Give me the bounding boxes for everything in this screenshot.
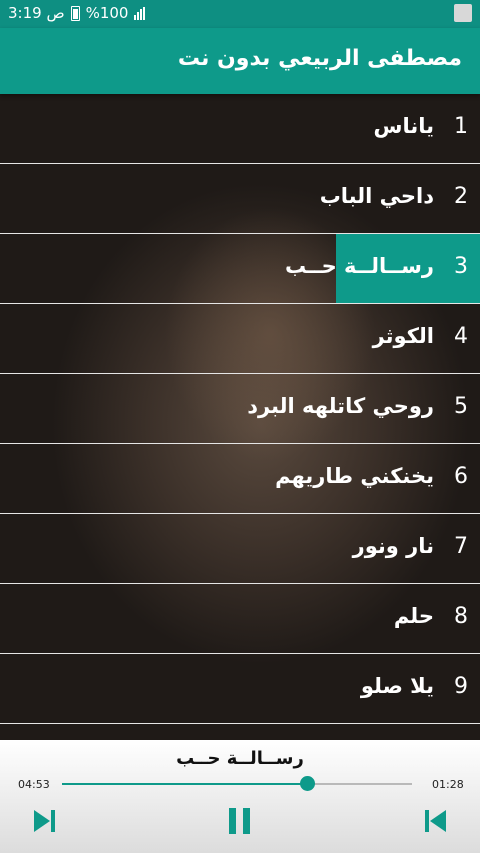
status-left: 3:19 ص %100: [8, 4, 146, 22]
song-row[interactable]: 3 رســالــة حــب: [0, 234, 480, 304]
song-list[interactable]: 1 ياناس 2 داحي الباب 3 رســالــة حــب 4 الكوثر 5…: [0, 94, 480, 740]
song-number: 7: [454, 534, 468, 559]
remaining-time: 01:28: [432, 778, 464, 791]
song-title: ياناس: [373, 114, 434, 138]
song-title: حلم: [393, 604, 434, 628]
song-number: 9: [454, 674, 468, 699]
song-title: يخنكني طاريهم: [275, 464, 434, 488]
song-row[interactable]: 4 الكوثر: [0, 304, 480, 374]
next-icon: [34, 810, 50, 832]
previous-icon: [430, 810, 446, 832]
song-number: 6: [454, 464, 468, 489]
song-row[interactable]: 9 يلا صلو: [0, 654, 480, 724]
status-time: 3:19 ص: [8, 4, 65, 22]
pause-icon: [229, 808, 236, 834]
battery-level: %100: [85, 4, 129, 22]
seek-bar[interactable]: [62, 776, 412, 791]
battery-icon: [70, 5, 80, 21]
song-title: روحي كاتلهه البرد: [247, 394, 434, 418]
now-playing-title: رســالــة حــب: [176, 748, 304, 769]
app-title: مصطفى الربيعي بدون نت: [177, 46, 462, 71]
player-bar: رســالــة حــب 04:53 01:28: [0, 740, 480, 853]
signal-icon: [134, 6, 146, 20]
previous-track-button[interactable]: [420, 806, 450, 836]
pause-button[interactable]: [225, 806, 255, 836]
song-row[interactable]: 6 يخنكني طاريهم: [0, 444, 480, 514]
song-number: 8: [454, 604, 468, 629]
song-number: 2: [454, 184, 468, 209]
song-title: الكوثر: [372, 324, 434, 348]
song-row[interactable]: 5 روحي كاتلهه البرد: [0, 374, 480, 444]
next-track-button[interactable]: [30, 806, 60, 836]
song-row[interactable]: 1 ياناس: [0, 94, 480, 164]
song-number: 5: [454, 394, 468, 419]
song-title: يلا صلو: [360, 674, 434, 698]
song-title: نار ونور: [352, 534, 434, 558]
song-title: داحي الباب: [319, 184, 434, 208]
song-row[interactable]: 2 داحي الباب: [0, 164, 480, 234]
elapsed-time: 04:53: [18, 778, 50, 791]
song-number: 4: [454, 324, 468, 349]
song-number: 3: [454, 254, 468, 279]
song-row[interactable]: 8 حلم: [0, 584, 480, 654]
seek-handle[interactable]: [300, 776, 315, 791]
song-number: 1: [454, 114, 468, 139]
status-bar: 3:19 ص %100: [0, 0, 480, 28]
app-bar: مصطفى الربيعي بدون نت: [0, 28, 480, 94]
seek-progress: [62, 783, 307, 785]
notification-avatar-icon: [454, 4, 472, 22]
song-row[interactable]: 7 نار ونور: [0, 514, 480, 584]
song-title: رســالــة حــب: [285, 254, 434, 278]
